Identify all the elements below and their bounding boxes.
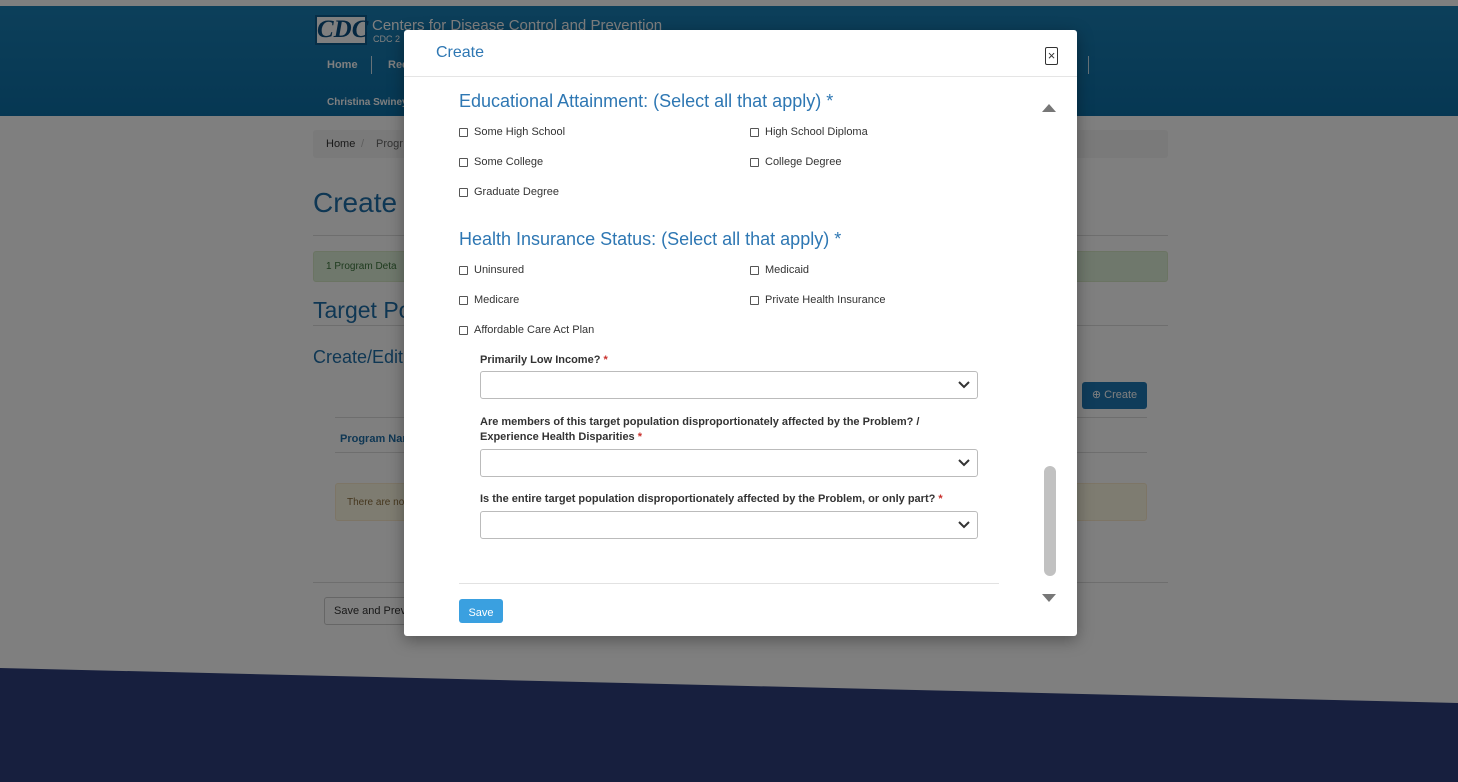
education-heading: Educational Attainment: (Select all that… <box>459 91 834 111</box>
low-income-label: Primarily Low Income? * <box>480 353 980 368</box>
label-text: Is the entire target population dispropo… <box>480 493 936 505</box>
checkbox[interactable] <box>750 295 759 305</box>
education-option[interactable]: Some High School <box>459 126 565 138</box>
entire-population-select[interactable] <box>480 511 978 539</box>
checkbox-label: Some High School <box>474 126 566 138</box>
scroll-down-arrow-icon[interactable] <box>1042 594 1056 602</box>
chevron-down-icon <box>958 521 970 529</box>
checkbox[interactable] <box>750 127 759 137</box>
insurance-option[interactable]: Medicare <box>459 294 519 306</box>
save-button[interactable]: Save <box>459 599 503 623</box>
checkbox-label: Medicaid <box>765 264 810 276</box>
modal-body: Educational Attainment: (Select all that… <box>404 78 1077 623</box>
scroll-up-arrow-icon[interactable] <box>1042 104 1056 112</box>
close-icon[interactable]: × <box>1045 47 1058 65</box>
divider <box>459 583 999 584</box>
create-modal: Create × Educational Attainment: (Select… <box>404 30 1077 636</box>
modal-title: Create <box>436 44 485 61</box>
checkbox-label: Graduate Degree <box>474 186 559 198</box>
label-text: Primarily Low Income? <box>480 354 601 366</box>
scrollbar-thumb[interactable] <box>1044 466 1056 576</box>
required-marker: * <box>637 431 643 443</box>
disparities-label: Are members of this target population di… <box>480 415 980 445</box>
checkbox[interactable] <box>459 127 468 137</box>
required-marker: * <box>938 493 943 505</box>
checkbox[interactable] <box>459 265 468 275</box>
checkbox-label: Private Health Insurance <box>765 294 886 306</box>
education-option[interactable]: Graduate Degree <box>459 186 559 198</box>
checkbox[interactable] <box>459 295 468 305</box>
label-text: Are members of this target population di… <box>480 416 920 443</box>
checkbox[interactable] <box>459 157 468 167</box>
chevron-down-icon <box>958 381 970 389</box>
disparities-select[interactable] <box>480 449 978 477</box>
insurance-option[interactable]: Medicaid <box>750 264 809 276</box>
checkbox-label: Some College <box>474 156 544 168</box>
insurance-option[interactable]: Affordable Care Act Plan <box>459 324 594 336</box>
insurance-option[interactable]: Private Health Insurance <box>750 294 885 306</box>
checkbox-label: High School Diploma <box>765 126 868 138</box>
entire-population-label: Is the entire target population dispropo… <box>480 492 980 507</box>
checkbox-label: Uninsured <box>474 264 525 276</box>
insurance-option[interactable]: Uninsured <box>459 264 524 276</box>
education-option[interactable]: High School Diploma <box>750 126 868 138</box>
checkbox-label: Medicare <box>474 294 520 306</box>
education-option[interactable]: College Degree <box>750 156 841 168</box>
chevron-down-icon <box>958 459 970 467</box>
education-option[interactable]: Some College <box>459 156 543 168</box>
checkbox-label: Affordable Care Act Plan <box>474 324 595 336</box>
checkbox[interactable] <box>459 325 468 335</box>
checkbox[interactable] <box>459 187 468 197</box>
checkbox[interactable] <box>750 157 759 167</box>
insurance-heading: Health Insurance Status: (Select all tha… <box>459 229 842 249</box>
checkbox-label: College Degree <box>765 156 842 168</box>
modal-header: Create × <box>404 30 1077 77</box>
checkbox[interactable] <box>750 265 759 275</box>
scrollbar[interactable] <box>1040 95 1058 607</box>
low-income-select[interactable] <box>480 371 978 399</box>
required-marker: * <box>603 354 608 366</box>
